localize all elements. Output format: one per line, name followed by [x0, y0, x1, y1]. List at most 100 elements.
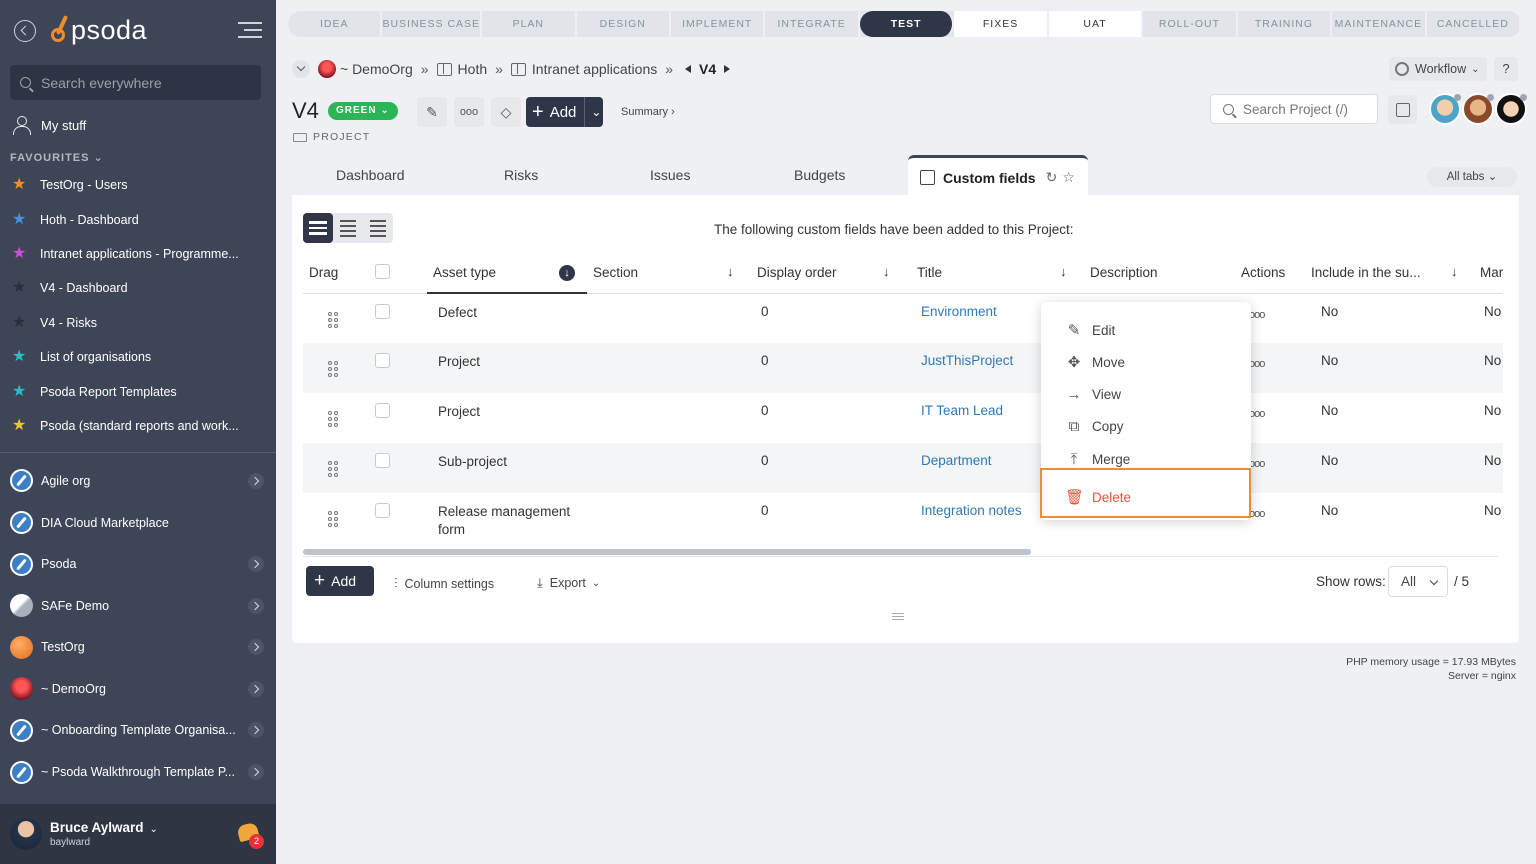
tab-dashboard[interactable]: Dashboard	[336, 167, 405, 183]
phase-training[interactable]: TRAINING	[1238, 11, 1333, 37]
collapse-menu-icon[interactable]	[238, 22, 262, 43]
edit-button[interactable]: ✎	[417, 97, 447, 127]
tab-risks[interactable]: Risks	[504, 167, 538, 183]
favourite-item[interactable]: ★ Psoda Report Templates	[0, 374, 276, 408]
cell-title-link[interactable]: JustThisProject	[921, 353, 1013, 368]
row-checkbox[interactable]	[375, 403, 390, 418]
chevron-right-icon[interactable]	[248, 722, 264, 739]
help-button[interactable]: ?	[1494, 57, 1518, 81]
phase-test[interactable]: TEST	[859, 11, 955, 37]
row-checkbox[interactable]	[375, 303, 390, 319]
organisation-item[interactable]: Psoda	[0, 543, 276, 585]
chevron-down-icon[interactable]: ⌄	[150, 824, 158, 835]
sort-down-icon[interactable]: ↓	[559, 265, 575, 281]
header-display-order[interactable]: Display order ↓	[747, 253, 907, 294]
my-stuff-link[interactable]: My stuff	[0, 107, 276, 143]
status-badge[interactable]: GREEN ⌄	[328, 102, 398, 120]
add-button[interactable]: + Add ⌄	[526, 97, 603, 127]
organisation-item[interactable]: Agile org	[0, 460, 276, 502]
organisation-item[interactable]: ~ DemoOrg	[0, 668, 276, 710]
breadcrumb-subprogramme[interactable]: Intranet applications	[532, 61, 657, 77]
phase-cancelled[interactable]: CANCELLED	[1427, 11, 1521, 37]
cell-title-link[interactable]: Environment	[921, 304, 997, 319]
export-button[interactable]: ⤓ Export ⌄	[537, 575, 600, 591]
list-view-icon[interactable]	[303, 213, 333, 243]
row-checkbox[interactable]	[375, 353, 390, 368]
breadcrumb-dropdown-icon[interactable]	[292, 60, 310, 78]
row-actions-icon[interactable]: ooo	[1249, 309, 1265, 321]
organisation-item[interactable]: TestOrg	[0, 627, 276, 669]
workflow-button[interactable]: Workflow ⌄	[1389, 57, 1487, 81]
sort-arrow-icon[interactable]: ↓	[1060, 264, 1067, 279]
scrollbar-thumb[interactable]	[303, 549, 1031, 555]
team-member-avatar[interactable]	[1429, 93, 1461, 125]
rows-per-page-select[interactable]: All	[1388, 566, 1448, 597]
user-panel[interactable]: Bruce Aylward ⌄ baylward 2	[0, 804, 276, 864]
tab-custom-fields[interactable]: Custom fields ↻ ☆	[908, 155, 1088, 197]
row-actions-icon[interactable]: ooo	[1249, 358, 1265, 370]
drag-handle-icon[interactable]	[328, 311, 338, 328]
favourite-item[interactable]: ★ V4 - Dashboard	[0, 271, 276, 305]
phase-roll-out[interactable]: ROLL-OUT	[1143, 11, 1238, 37]
drag-handle-icon[interactable]	[328, 461, 338, 477]
organisation-item[interactable]: SAFe Demo	[0, 585, 276, 627]
back-icon[interactable]	[14, 20, 36, 42]
external-link-button[interactable]	[1388, 95, 1417, 124]
column-settings-button[interactable]: ⫶ Column settings	[394, 575, 494, 592]
favourite-item[interactable]: ★ Hoth - Dashboard	[0, 202, 276, 236]
next-project-icon[interactable]	[724, 65, 731, 73]
team-member-avatar[interactable]	[1495, 93, 1527, 125]
phase-integrate[interactable]: INTEGRATE	[765, 11, 860, 37]
chevron-down-icon[interactable]: ⌄	[591, 105, 601, 119]
organisation-item[interactable]: ~ Onboarding Template Organisa...	[0, 710, 276, 752]
breadcrumb-programme[interactable]: Hoth	[458, 61, 488, 77]
drag-handle-icon[interactable]	[328, 361, 338, 377]
header-asset-type[interactable]: Asset type ↓	[427, 253, 587, 294]
menu-item-view[interactable]: → View	[1065, 386, 1122, 403]
row-checkbox[interactable]	[375, 503, 390, 518]
search-everywhere-input[interactable]: Search everywhere	[10, 65, 261, 100]
phase-business-case[interactable]: BUSINESS CASE	[382, 11, 483, 37]
favourite-item[interactable]: ★ List of organisations	[0, 340, 276, 374]
drag-handle-icon[interactable]	[328, 411, 338, 427]
summary-link[interactable]: Summary ›	[621, 106, 675, 118]
avatar[interactable]	[10, 818, 42, 850]
tab-budgets[interactable]: Budgets	[794, 167, 845, 183]
sort-arrow-icon[interactable]: ↓	[1451, 264, 1458, 279]
menu-item-merge[interactable]: ⤒ Merge	[1065, 451, 1131, 468]
cell-title-link[interactable]: IT Team Lead	[921, 403, 1003, 418]
phase-plan[interactable]: PLAN	[482, 11, 577, 37]
menu-item-copy[interactable]: ⧉ Copy	[1065, 418, 1124, 435]
row-actions-icon[interactable]: ooo	[1249, 408, 1265, 420]
compact-view-icon[interactable]	[333, 213, 363, 243]
chevron-right-icon[interactable]	[248, 764, 264, 781]
logo[interactable]: psoda	[50, 14, 147, 46]
drag-handle-icon[interactable]	[328, 511, 338, 527]
search-project-input[interactable]: Search Project (/)	[1210, 94, 1378, 124]
chevron-right-icon[interactable]	[248, 680, 264, 697]
sort-arrow-icon[interactable]: ↓	[727, 264, 734, 279]
header-description[interactable]: Description	[1080, 253, 1239, 294]
header-section[interactable]: Section ↓	[587, 253, 747, 294]
phase-uat[interactable]: UAT	[1048, 11, 1144, 37]
refresh-icon[interactable]: ↻	[1046, 169, 1058, 186]
phase-design[interactable]: DESIGN	[577, 11, 671, 37]
all-tabs-dropdown[interactable]: All tabs ⌄	[1427, 167, 1517, 187]
sort-arrow-icon[interactable]: ↓	[883, 264, 890, 279]
organisation-item[interactable]: ~ Psoda Walkthrough Template P...	[0, 751, 276, 793]
row-actions-icon[interactable]: ooo	[1249, 508, 1265, 520]
header-mar[interactable]: Mar	[1474, 253, 1504, 294]
phase-maintenance[interactable]: MAINTENANCE	[1332, 11, 1427, 37]
cell-title-link[interactable]: Integration notes	[921, 503, 1022, 518]
favourite-item[interactable]: ★ TestOrg - Users	[0, 168, 276, 202]
add-custom-field-button[interactable]: + Add	[306, 566, 374, 596]
menu-item-delete[interactable]: 🗑 Delete	[1065, 488, 1131, 506]
breadcrumb-org[interactable]: ~ DemoOrg	[340, 61, 413, 77]
header-include-summary[interactable]: Include in the su... ↓	[1309, 253, 1474, 294]
select-all-checkbox[interactable]	[375, 263, 390, 279]
breadcrumb-project[interactable]: V4	[699, 61, 716, 77]
favourite-item[interactable]: ★ Psoda (standard reports and work...	[0, 409, 276, 443]
cell-title-link[interactable]: Department	[921, 453, 992, 468]
header-title[interactable]: Title ↓	[907, 253, 1080, 294]
row-checkbox[interactable]	[375, 453, 390, 468]
